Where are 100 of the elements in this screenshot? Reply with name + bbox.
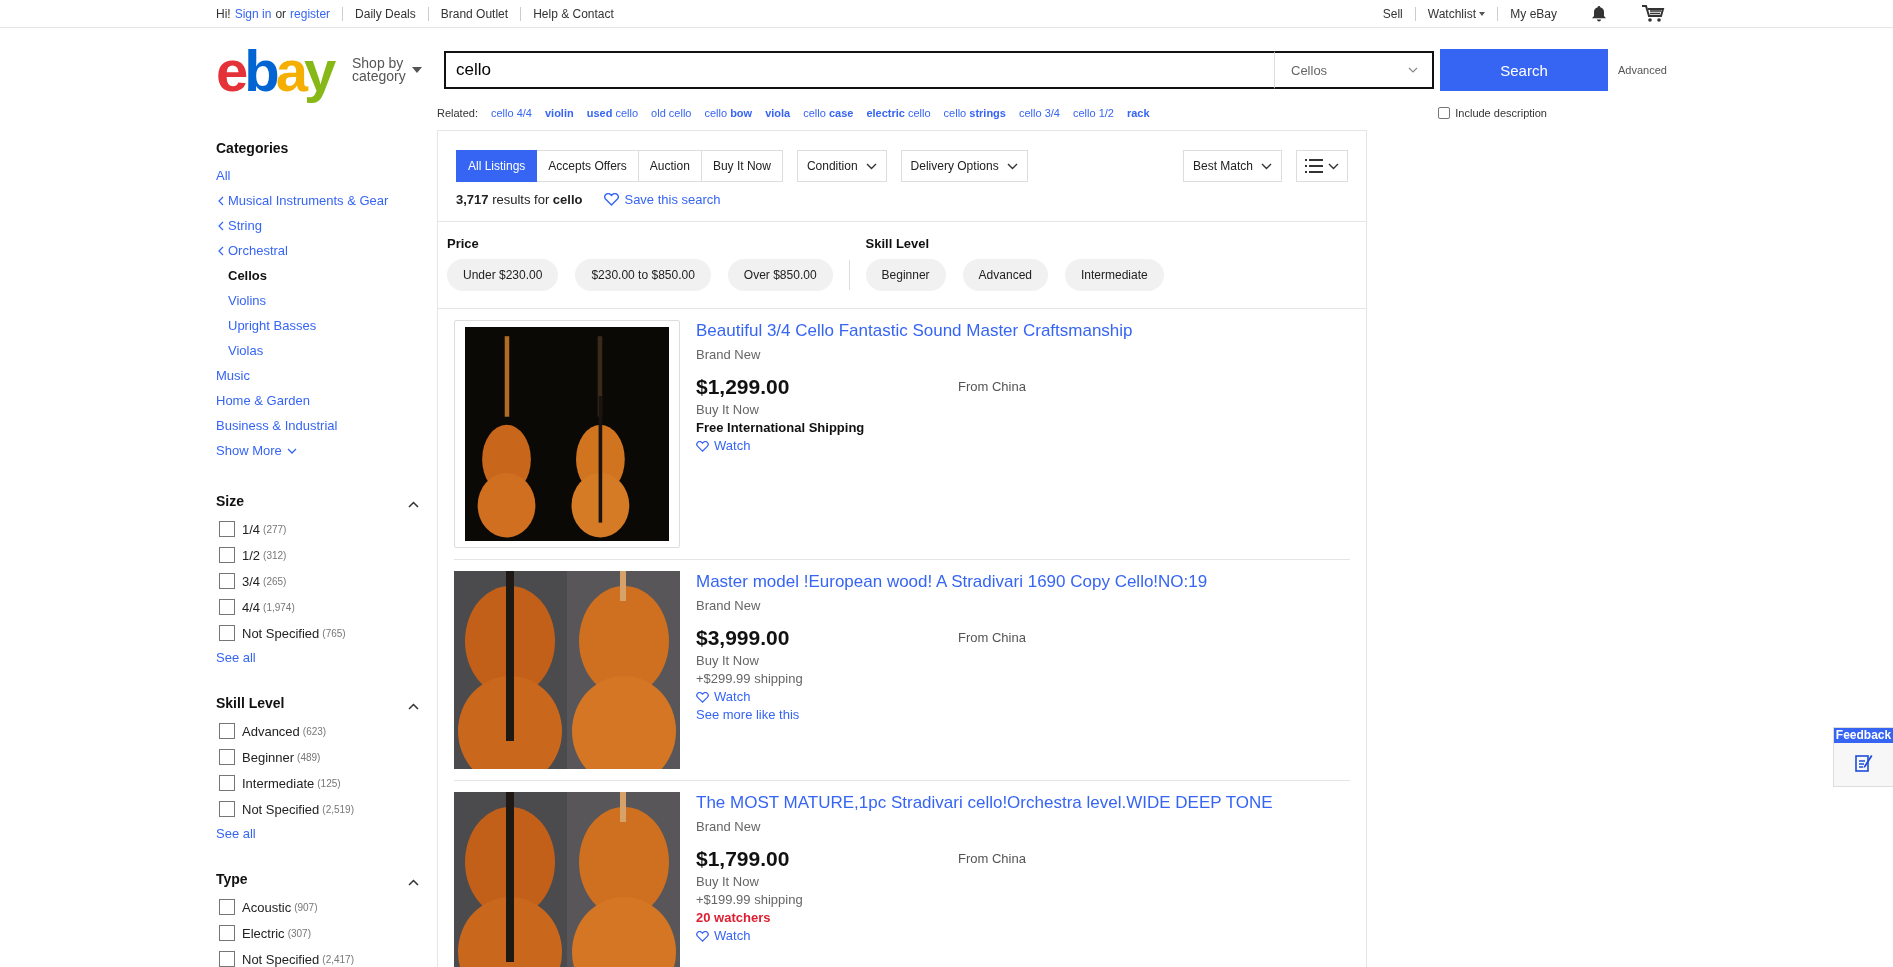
filter-dropdown[interactable]: Condition [796,150,887,182]
see-all-link[interactable]: See all [216,650,425,665]
parent-category-link[interactable]: Orchestral [216,238,425,263]
filter-option-count: (2,519) [322,803,354,815]
categories-heading: Categories [216,140,290,156]
refinement-chip[interactable]: Intermediate [1065,259,1164,291]
include-description-label: Include description [1455,107,1547,119]
filter-checkbox[interactable] [219,925,235,941]
location-text: From China [958,379,1026,396]
category-dropdown[interactable]: Cellos [1274,51,1434,89]
subcategory-link[interactable]: Violas [216,338,425,363]
show-more-link[interactable]: Show More [216,438,425,463]
sort-dropdown[interactable]: Best Match [1182,150,1282,182]
related-search-link[interactable]: old cello [651,107,692,119]
filter-checkbox[interactable] [219,625,235,641]
refinement-chip[interactable]: Under $230.00 [447,259,559,291]
see-more-like-this-link[interactable]: See more like this [696,706,958,724]
filter-checkbox[interactable] [219,573,235,589]
listing-type-tab[interactable]: Buy It Now [701,150,783,182]
filter-checkbox[interactable] [219,547,235,563]
filter-option-count: (125) [317,777,341,789]
filter-checkbox[interactable] [219,749,235,765]
top-nav-link[interactable]: Daily Deals [355,6,416,21]
watch-link[interactable]: Watch [696,688,958,706]
watch-link[interactable]: Watch [696,927,958,945]
related-search-link[interactable]: cello 4/4 [491,107,532,119]
listing-type-tab[interactable]: Accepts Offers [537,150,639,182]
filter-checkbox[interactable] [219,899,235,915]
current-category: Cellos [227,267,268,285]
format-text: Buy It Now [696,401,760,419]
parent-category-link[interactable]: String [216,213,425,238]
filter-option-count: (489) [297,751,321,763]
listing-type-tab[interactable]: Auction [638,150,702,182]
filter-checkbox[interactable] [219,599,235,615]
format-text: Buy It Now [696,873,760,891]
watchlist-link[interactable]: Watchlist [1427,6,1486,21]
shipping-text: +$299.99 shipping [696,670,804,688]
refinement-chip[interactable]: Over $850.00 [727,259,833,291]
top-nav-link[interactable]: Brand Outlet [440,6,509,21]
listing-title-link[interactable]: The MOST MATURE,1pc Stradivari cello!Orchestra level.WIDE DEEP TONE [696,793,1273,813]
watch-link[interactable]: Watch [696,437,958,455]
filter-checkbox[interactable] [219,951,235,967]
refinement-chip[interactable]: Beginner [865,259,946,291]
filter-option-label: 1/4 [242,521,261,537]
related-search-link[interactable]: rack [1126,107,1150,119]
refinement-chip[interactable]: Advanced [962,259,1048,291]
my-ebay-link[interactable]: My eBay [1510,6,1557,21]
top-nav-link[interactable]: Help & Contact [533,6,614,21]
feedback-label: Feedback [1834,728,1893,743]
related-search-link[interactable]: electric cello [866,107,931,119]
shop-by-category-button[interactable]: Shop by category [352,57,442,83]
include-description-checkbox[interactable] [1438,107,1451,119]
filter-option-label: Electric [242,925,285,941]
see-all-link[interactable]: See all [216,826,425,841]
view-options-button[interactable] [1296,150,1348,182]
related-search-link[interactable]: cello strings [943,107,1006,119]
filter-checkbox[interactable] [219,775,235,791]
related-search-link[interactable]: cello case [803,107,854,119]
register-link[interactable]: register [290,6,331,21]
collapse-icon[interactable] [408,501,419,508]
category-link[interactable]: All [216,163,425,188]
sell-link[interactable]: Sell [1382,6,1403,21]
related-search-link[interactable]: cello 1/2 [1072,107,1114,119]
search-button[interactable]: Search [1440,49,1608,91]
heart-icon [696,691,709,703]
listing-type-tab[interactable]: All Listings [456,150,538,182]
related-search-link[interactable]: cello 3/4 [1018,107,1060,119]
chevron-left-icon [218,220,224,231]
sign-in-link[interactable]: Sign in [234,6,272,21]
collapse-icon[interactable] [408,879,419,886]
category-link[interactable]: Music [216,363,425,388]
chevron-down-icon [865,162,877,170]
condition-text: Brand New [696,819,762,834]
cart-icon[interactable] [1641,4,1665,23]
parent-category-link[interactable]: Musical Instruments & Gear [216,188,425,213]
filter-checkbox[interactable] [219,801,235,817]
subcategory-link[interactable]: Violins [216,288,425,313]
related-search-link[interactable]: used cello [586,107,639,119]
shipping-text: +$199.99 shipping [696,891,804,909]
related-search-link[interactable]: violin [544,107,574,119]
advanced-search-link[interactable]: Advanced [1618,64,1667,76]
bell-icon[interactable] [1591,5,1607,22]
ebay-logo[interactable]: ebay [216,40,346,102]
filter-checkbox[interactable] [219,521,235,537]
save-search-link[interactable]: Save this search [604,192,721,207]
subcategory-link[interactable]: Upright Basses [216,313,425,338]
filter-checkbox[interactable] [219,723,235,739]
filter-dropdown[interactable]: Delivery Options [900,150,1028,182]
watchers-count: 20 watchers [696,909,772,927]
related-search-link[interactable]: viola [765,107,791,119]
category-link[interactable]: Home & Garden [216,388,425,413]
related-search-link[interactable]: cello bow [704,107,753,119]
filter-option-label: Not Specified [242,625,320,641]
refinement-chip[interactable]: $230.00 to $850.00 [575,259,711,291]
collapse-icon[interactable] [408,703,419,710]
feedback-tab[interactable]: Feedback [1833,727,1893,787]
listing-title-link[interactable]: Beautiful 3/4 Cello Fantastic Sound Master Craftsmanship [696,321,1133,341]
search-field[interactable]: cello [444,51,1274,89]
category-link[interactable]: Business & Industrial [216,413,425,438]
listing-title-link[interactable]: Master model !European wood! A Stradivari 1690 Copy Cello!NO:19 [696,572,1208,592]
